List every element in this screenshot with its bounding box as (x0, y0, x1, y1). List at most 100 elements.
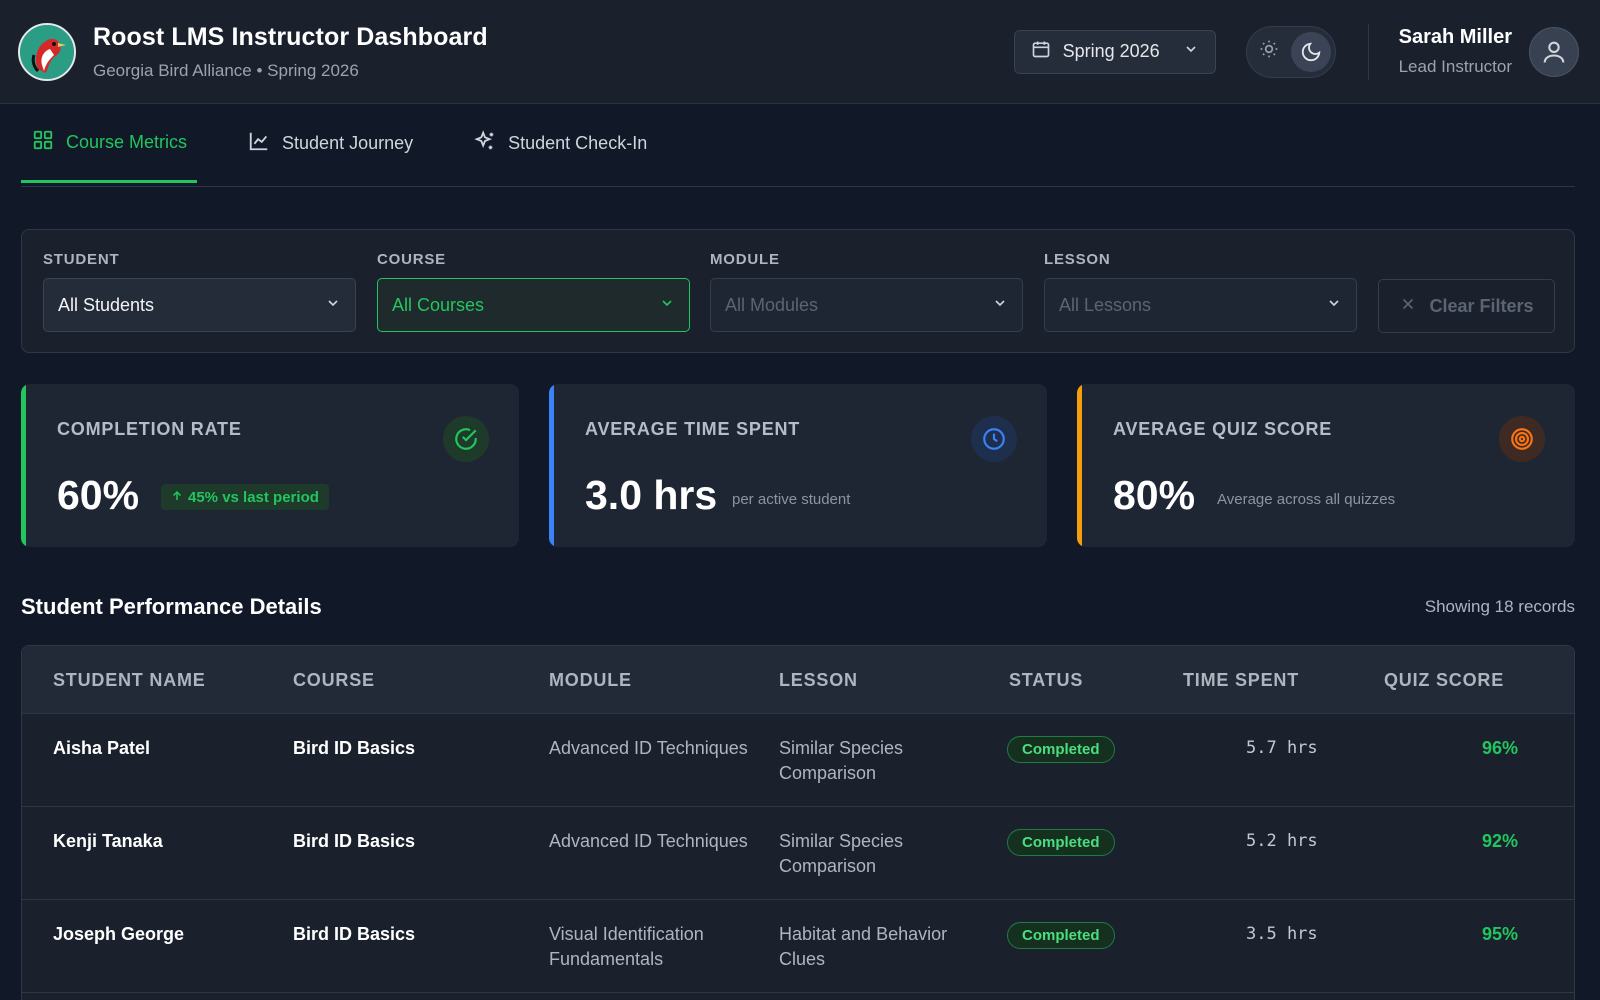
module-select[interactable]: All Modules (710, 278, 1023, 332)
table-row[interactable]: Kenji Tanaka Bird ID Basics Advanced ID … (22, 807, 1574, 900)
status-badge: Completed (1007, 922, 1115, 949)
calendar-icon (1031, 39, 1051, 64)
check-circle-icon (443, 416, 489, 462)
section-title: Student Performance Details (21, 594, 322, 619)
student-name: Joseph George (53, 924, 185, 944)
course-filter-label: COURSE (377, 251, 446, 268)
module-filter-label: MODULE (710, 251, 780, 268)
course-name: Bird ID Basics (293, 924, 416, 944)
lesson-name: Similar Species Comparison (779, 738, 904, 783)
lesson-filter-label: LESSON (1044, 251, 1111, 268)
course-name: Bird ID Basics (293, 831, 416, 851)
term-select-label: Spring 2026 (1062, 41, 1160, 61)
average-quiz-label: AVERAGE QUIZ SCORE (1113, 419, 1333, 439)
student-select[interactable]: All Students (43, 278, 356, 332)
user-avatar-icon[interactable] (1529, 26, 1579, 77)
lesson-select-value: All Lessons (1059, 294, 1152, 315)
chevron-down-icon (992, 295, 1008, 316)
lesson-name: Similar Species Comparison (779, 831, 904, 876)
card-accent-bar (549, 384, 554, 547)
table-row[interactable]: Joseph George Bird ID Basics Visual Iden… (22, 900, 1574, 993)
clear-filters-label: Clear Filters (1429, 295, 1534, 316)
user-role: Lead Instructor (1398, 57, 1512, 76)
quiz-score: 95% (1482, 924, 1519, 944)
tab-bar: Course Metrics Student Journey Student C… (21, 104, 1575, 187)
student-name: Kenji Tanaka (53, 831, 163, 851)
header-student-name[interactable]: STUDENT NAME (53, 670, 206, 691)
header-course[interactable]: COURSE (293, 670, 375, 691)
average-quiz-card: AVERAGE QUIZ SCORE 80% Average across al… (1077, 384, 1575, 547)
clear-filters-button[interactable]: Clear Filters (1378, 279, 1555, 333)
chevron-down-icon (325, 295, 341, 316)
user-name: Sarah Miller (1398, 26, 1512, 48)
course-select[interactable]: All Courses (377, 278, 690, 332)
term-select[interactable]: Spring 2026 (1013, 29, 1216, 74)
performance-table: STUDENT NAME COURSE MODULE LESSON STATUS… (21, 645, 1575, 1000)
app-header: Roost LMS Instructor Dashboard Georgia B… (0, 0, 1600, 104)
table-row[interactable]: Aisha Patel Bird ID Basics Advanced ID T… (22, 714, 1574, 807)
card-accent-bar (21, 384, 26, 547)
roost-logo (18, 22, 76, 81)
completion-rate-value: 60% (57, 472, 140, 518)
tab-label: Course Metrics (66, 131, 188, 152)
student-select-value: All Students (58, 294, 155, 315)
header-divider (1367, 23, 1369, 80)
card-accent-bar (1077, 384, 1082, 547)
record-count: Showing 18 records (1424, 597, 1575, 616)
tab-student-check-in[interactable]: Student Check-In (463, 104, 657, 182)
module-name: Visual Identification Fundamentals (549, 924, 704, 969)
trend-badge: 45% vs last period (161, 484, 329, 510)
course-name: Bird ID Basics (293, 738, 416, 758)
tab-student-journey[interactable]: Student Journey (237, 104, 423, 182)
grid-icon (32, 129, 54, 156)
sun-icon[interactable] (1259, 39, 1279, 64)
org-subtitle: Georgia Bird Alliance • Spring 2026 (93, 60, 359, 80)
theme-toggle[interactable] (1245, 25, 1336, 78)
lesson-select[interactable]: All Lessons (1044, 278, 1357, 332)
sparkles-icon (474, 129, 496, 157)
average-time-label: AVERAGE TIME SPENT (585, 419, 801, 439)
moon-icon[interactable] (1290, 31, 1331, 72)
module-select-value: All Modules (725, 294, 819, 315)
clock-icon (971, 416, 1017, 462)
chevron-down-icon (659, 295, 675, 316)
average-quiz-value: 80% (1113, 472, 1196, 518)
completion-rate-label: COMPLETION RATE (57, 419, 242, 439)
quiz-score: 92% (1482, 831, 1519, 851)
average-time-card: AVERAGE TIME SPENT 3.0 hrs per active st… (549, 384, 1047, 547)
average-quiz-sub: Average across all quizzes (1217, 491, 1396, 508)
course-select-value: All Courses (392, 294, 485, 315)
average-time-sub: per active student (732, 491, 851, 508)
close-icon (1399, 295, 1417, 318)
chevron-down-icon (1326, 295, 1342, 316)
time-spent: 5.2 hrs (1246, 831, 1318, 851)
tab-label: Student Check-In (508, 132, 648, 153)
tab-label: Student Journey (282, 132, 414, 153)
app-title: Roost LMS Instructor Dashboard (93, 22, 488, 51)
module-name: Advanced ID Techniques (549, 831, 748, 851)
trend-text: 45% vs last period (188, 488, 319, 506)
student-filter-label: STUDENT (43, 251, 120, 268)
average-time-value: 3.0 hrs (585, 472, 718, 518)
status-badge: Completed (1007, 736, 1115, 763)
arrow-up-icon (171, 489, 183, 506)
time-spent: 3.5 hrs (1246, 924, 1318, 944)
student-name: Aisha Patel (53, 738, 151, 758)
lesson-name: Habitat and Behavior Clues (779, 924, 948, 969)
module-name: Advanced ID Techniques (549, 738, 748, 758)
quiz-score: 96% (1482, 738, 1519, 758)
tab-course-metrics[interactable]: Course Metrics (21, 104, 198, 183)
table-header: STUDENT NAME COURSE MODULE LESSON STATUS… (22, 646, 1574, 714)
header-time-spent[interactable]: TIME SPENT (1183, 670, 1299, 691)
status-badge: Completed (1007, 829, 1115, 856)
completion-rate-card: COMPLETION RATE 60% 45% vs last period (21, 384, 519, 547)
header-lesson[interactable]: LESSON (779, 670, 858, 691)
chevron-down-icon (1183, 41, 1199, 62)
header-status[interactable]: STATUS (1009, 670, 1083, 691)
target-icon (1499, 416, 1545, 462)
filter-panel: STUDENT All Students COURSE All Courses … (21, 229, 1575, 353)
time-spent: 5.7 hrs (1246, 738, 1318, 758)
header-quiz-score[interactable]: QUIZ SCORE (1384, 670, 1504, 691)
line-chart-icon (248, 130, 270, 157)
header-module[interactable]: MODULE (549, 670, 632, 691)
